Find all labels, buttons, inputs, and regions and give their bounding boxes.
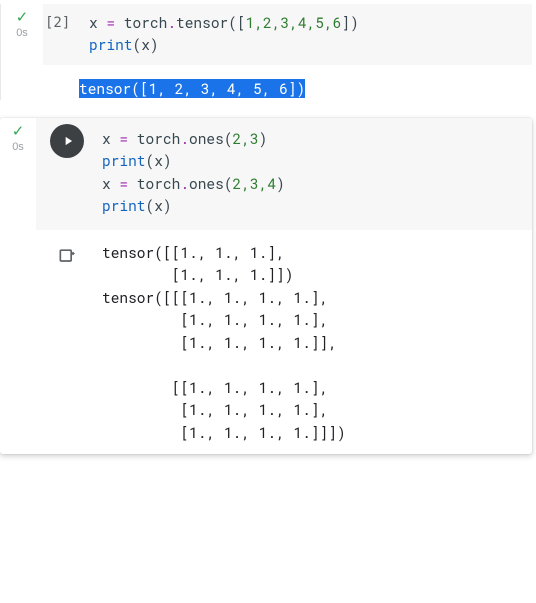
code-line: x = torch.ones(2,3,4) bbox=[102, 173, 522, 195]
check-icon: ✓ bbox=[16, 10, 29, 25]
selected-output-text: tensor([1, 2, 3, 4, 5, 6]) bbox=[79, 79, 305, 98]
cell-body: [2] x = torch.tensor([1,2,3,4,5,6])print… bbox=[43, 4, 532, 100]
code-cell[interactable]: ✓ 0s [2] x = torch.tensor([1,2,3,4,5,6])… bbox=[0, 4, 532, 100]
output-text[interactable]: tensor([[1., 1., 1.], [1., 1., 1.]]) ten… bbox=[98, 242, 346, 444]
code-line: print(x) bbox=[102, 150, 522, 172]
run-button[interactable] bbox=[50, 124, 84, 158]
output-expand-icon[interactable] bbox=[57, 246, 77, 266]
cell-output: tensor([[1., 1., 1.], [1., 1., 1.]]) ten… bbox=[36, 230, 532, 454]
elapsed-time: 0s bbox=[16, 27, 28, 39]
elapsed-time: 0s bbox=[12, 141, 24, 153]
play-icon bbox=[61, 134, 75, 148]
code-cell[interactable]: ✓ 0s x = torch.ones(2,3)print(x)x = torc… bbox=[0, 118, 532, 454]
cell-body: x = torch.ones(2,3)print(x)x = torch.one… bbox=[36, 118, 532, 454]
exec-count-label: [2] bbox=[43, 15, 70, 31]
code-line: x = torch.ones(2,3) bbox=[102, 128, 522, 150]
code-editor[interactable]: x = torch.tensor([1,2,3,4,5,6])print(x) bbox=[79, 4, 532, 65]
run-button-column bbox=[36, 118, 98, 158]
code-editor[interactable]: x = torch.ones(2,3)print(x)x = torch.one… bbox=[98, 118, 532, 230]
cell-gutter: ✓ 0s bbox=[0, 118, 36, 454]
exec-count: [2] bbox=[43, 4, 79, 65]
code-line: print(x) bbox=[102, 195, 522, 217]
code-line: x = torch.tensor([1,2,3,4,5,6]) bbox=[89, 12, 522, 34]
cell-output[interactable]: tensor([1, 2, 3, 4, 5, 6]) bbox=[43, 65, 532, 100]
code-line: print(x) bbox=[89, 34, 522, 56]
check-icon: ✓ bbox=[12, 124, 25, 139]
cell-gutter: ✓ 0s bbox=[1, 4, 43, 100]
